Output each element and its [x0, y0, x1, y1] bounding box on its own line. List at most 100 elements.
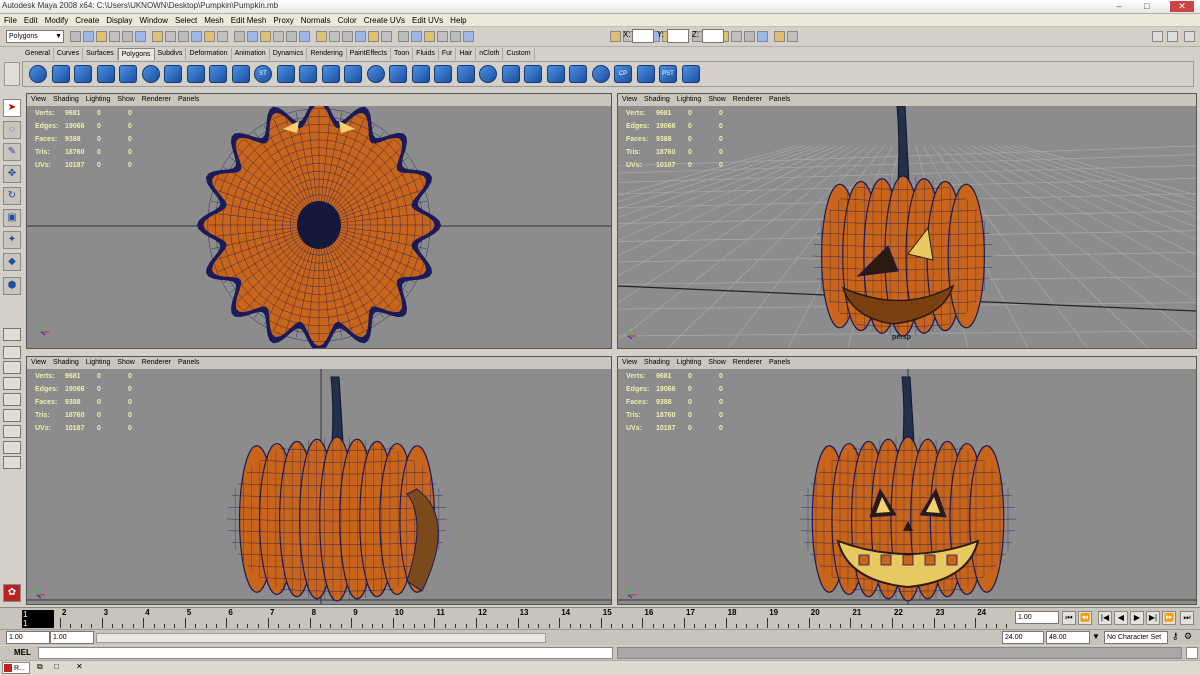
panel-menu-panels[interactable]: Panels	[178, 357, 199, 369]
status-line-icon[interactable]	[463, 31, 474, 42]
panel-menu-panels[interactable]: Panels	[769, 357, 790, 369]
minimized-window[interactable]: R...	[2, 662, 30, 674]
shelf-tab-custom[interactable]: Custom	[503, 48, 535, 60]
polygon-tool-icon[interactable]	[51, 65, 70, 83]
channel-box-icon[interactable]	[1152, 31, 1163, 42]
status-line-icon[interactable]	[744, 31, 755, 42]
status-line-icon[interactable]	[122, 31, 133, 42]
current-frame-marker[interactable]: 11	[22, 610, 54, 628]
persp-graph-layout-icon[interactable]	[3, 377, 21, 390]
go-to-start-icon[interactable]: ⏮	[1062, 611, 1076, 625]
status-line-icon[interactable]	[398, 31, 409, 42]
play-backwards-icon[interactable]: ◀	[1114, 611, 1128, 625]
panel-menu-view[interactable]: View	[31, 357, 46, 369]
script-editor-icon[interactable]	[1186, 647, 1198, 659]
graph-editor-layout-icon[interactable]	[3, 425, 21, 438]
status-line-icon[interactable]	[286, 31, 297, 42]
shelf-tab-dynamics[interactable]: Dynamics	[270, 48, 308, 60]
viewport-front[interactable]: View Shading Lighting Show Renderer Panels Ver…	[617, 356, 1197, 605]
step-back-icon[interactable]: ⏪	[1078, 611, 1092, 625]
render-icon[interactable]: ✿	[3, 584, 21, 602]
shelf-tab-general[interactable]: General	[22, 48, 54, 60]
start-range-field[interactable]: 1.00	[50, 631, 94, 644]
single-perspective-layout-icon[interactable]	[3, 328, 21, 341]
polygon-tool-icon[interactable]	[344, 65, 362, 83]
shelf-tab-curves[interactable]: Curves	[54, 48, 84, 60]
polygon-tool-icon[interactable]	[501, 65, 520, 83]
select-tool-icon[interactable]: ➤	[3, 99, 21, 117]
time-slider[interactable]: 11 1.00 ⏮ ⏪ |◀ ◀ ▶ ▶| ⏩ ⏭ 2 3 4 5 6 7 8 9 10 11 12…	[0, 607, 1200, 629]
polygon-tool-icon[interactable]	[569, 65, 587, 83]
y-field[interactable]	[667, 29, 689, 43]
end-time-field[interactable]: 48.00	[1046, 631, 1090, 644]
status-line-icon[interactable]	[234, 31, 245, 42]
status-line-icon[interactable]	[135, 31, 146, 42]
polygon-tool-icon[interactable]: CP	[614, 65, 632, 83]
lasso-tool-icon[interactable]: ◌	[3, 121, 21, 139]
persp-hypershade-layout-icon[interactable]	[3, 409, 21, 422]
polygon-tool-icon[interactable]	[276, 65, 295, 83]
end-range-field[interactable]: 24.00	[1002, 631, 1044, 644]
go-to-end-icon[interactable]: ⏭	[1180, 611, 1194, 625]
attribute-editor-icon[interactable]	[1167, 31, 1178, 42]
panel-menu-panels[interactable]: Panels	[178, 94, 199, 106]
four-view-layout-icon[interactable]	[3, 346, 21, 359]
shelf-tab-fluids[interactable]: Fluids	[413, 48, 439, 60]
layout-menu-icon-2[interactable]	[3, 456, 21, 469]
status-line-icon[interactable]	[109, 31, 120, 42]
status-line-icon[interactable]	[316, 31, 327, 42]
status-line-icon[interactable]	[368, 31, 379, 42]
menu-edit-uvs[interactable]: Edit UVs	[412, 14, 443, 26]
shelf-tab-hair[interactable]: Hair	[456, 48, 477, 60]
polygon-tool-icon[interactable]	[479, 65, 497, 83]
polygon-tool-icon[interactable]	[119, 65, 137, 83]
status-line-icon[interactable]	[411, 31, 422, 42]
shelf-tab-ncloth[interactable]: nCloth	[476, 48, 504, 60]
menu-create[interactable]: Create	[75, 14, 99, 26]
scale-tool-icon[interactable]: ▣	[3, 209, 21, 227]
command-input[interactable]	[38, 647, 613, 659]
last-tool-icon[interactable]: ⬢	[3, 277, 21, 295]
current-time-field[interactable]: 1.00	[1015, 611, 1059, 624]
tool-settings-icon[interactable]	[1184, 31, 1195, 42]
panel-menu-renderer[interactable]: Renderer	[733, 357, 762, 369]
polygon-tool-icon[interactable]	[96, 65, 115, 83]
restore-icon[interactable]: ⧉	[37, 662, 43, 672]
polygon-tool-icon[interactable]	[29, 65, 47, 83]
panel-menu-shading[interactable]: Shading	[644, 357, 670, 369]
polygon-tool-icon[interactable]	[299, 65, 317, 83]
paint-select-tool-icon[interactable]: ✎	[3, 143, 21, 161]
polygon-tool-icon[interactable]	[681, 65, 700, 83]
polygon-tool-icon[interactable]: ST	[254, 65, 272, 83]
shelf-tab-animation[interactable]: Animation	[232, 48, 270, 60]
status-line-icon[interactable]	[355, 31, 366, 42]
viewport-persp[interactable]: View Shading Lighting Show Renderer Panels per…	[617, 93, 1197, 349]
panel-menu-show[interactable]: Show	[117, 94, 135, 106]
shelf-tab-surfaces[interactable]: Surfaces	[83, 48, 118, 60]
polygon-tool-icon[interactable]	[366, 65, 385, 83]
status-line-icon[interactable]	[70, 31, 81, 42]
shelf-tab-deformation[interactable]: Deformation	[186, 48, 232, 60]
shelf-tab-fur[interactable]: Fur	[439, 48, 457, 60]
status-line-icon[interactable]	[191, 31, 202, 42]
menu-set-selector[interactable]: Polygons ▼	[6, 30, 64, 43]
polygon-tool-icon[interactable]	[186, 65, 205, 83]
panel-menu-lighting[interactable]: Lighting	[677, 94, 702, 106]
character-set-field[interactable]: No Character Set	[1104, 631, 1168, 644]
status-line-icon[interactable]	[260, 31, 271, 42]
status-line-icon[interactable]	[299, 31, 310, 42]
status-line-icon[interactable]	[152, 31, 163, 42]
polygon-tool-icon[interactable]	[591, 65, 610, 83]
polygon-tool-icon[interactable]	[546, 65, 565, 83]
panel-menu-lighting[interactable]: Lighting	[86, 357, 111, 369]
polygon-tool-icon[interactable]	[636, 65, 655, 83]
menu-help[interactable]: Help	[450, 14, 466, 26]
move-tool-icon[interactable]: ✥	[3, 165, 21, 183]
menu-select[interactable]: Select	[175, 14, 197, 26]
polygon-tool-icon[interactable]	[524, 65, 542, 83]
persp-outliner-layout-icon[interactable]	[3, 361, 21, 374]
status-line-icon[interactable]	[731, 31, 742, 42]
menu-normals[interactable]: Normals	[301, 14, 331, 26]
shelf-tab-painteffects[interactable]: PaintEffects	[347, 48, 391, 60]
polygon-tool-icon[interactable]	[74, 65, 92, 83]
